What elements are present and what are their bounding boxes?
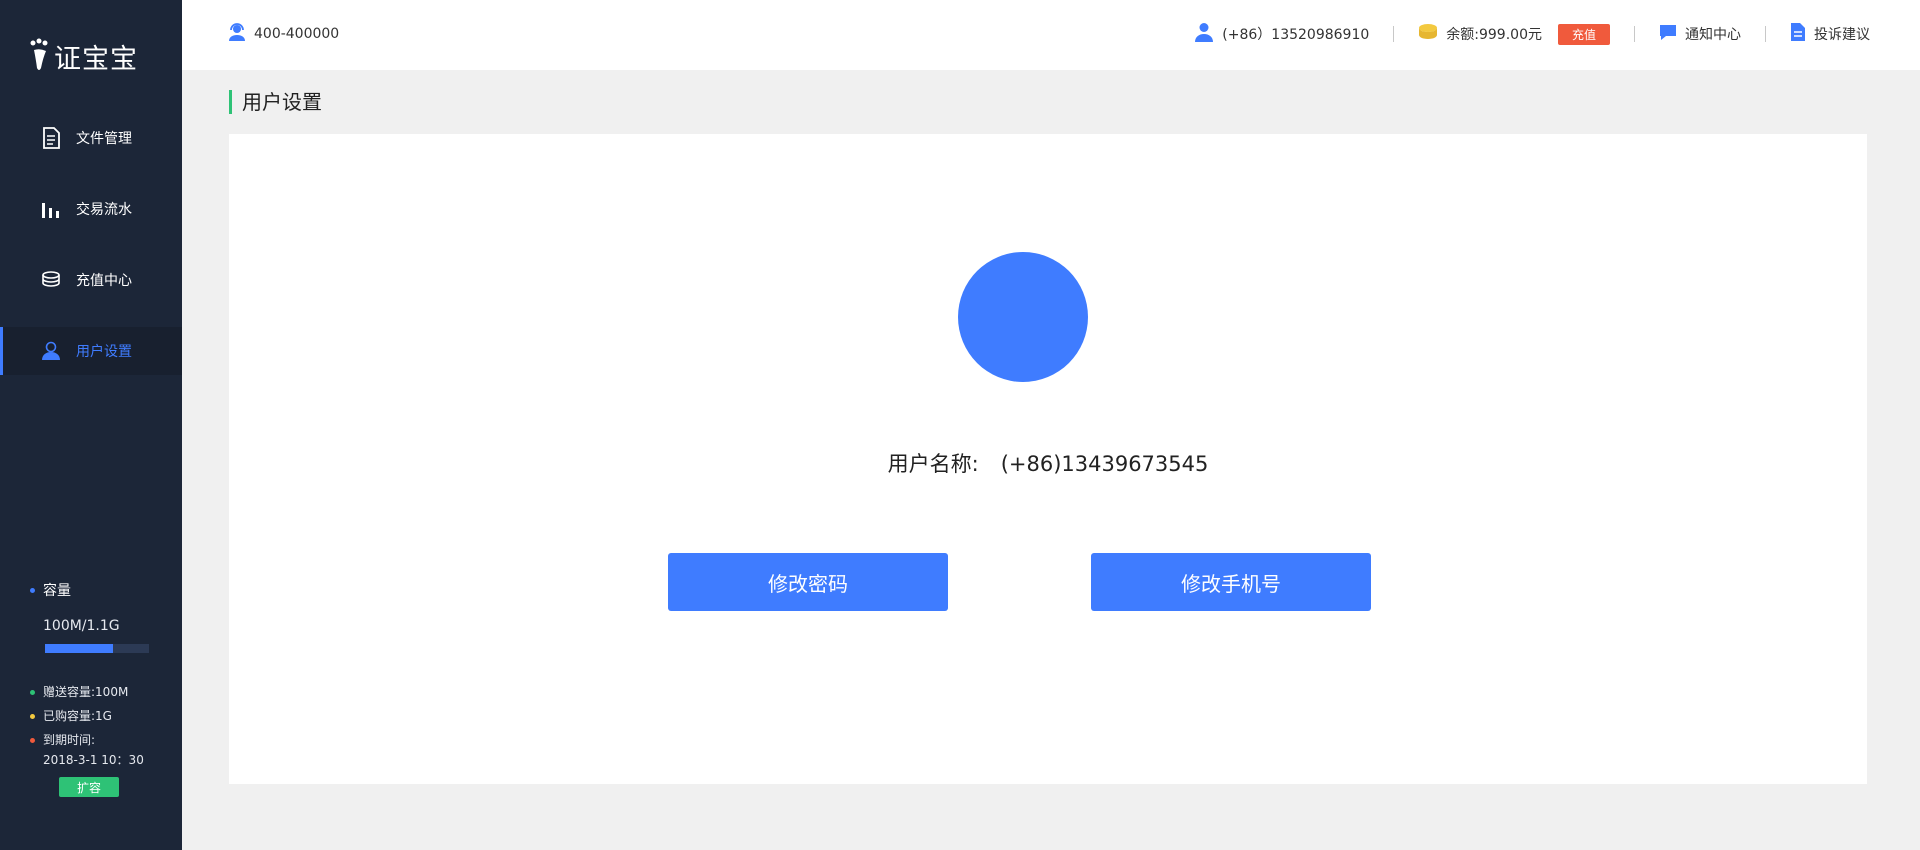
user-settings-card: 用户名称: (+86)13439673545 修改密码 修改手机号	[229, 134, 1867, 784]
divider	[1393, 26, 1395, 42]
divider	[1634, 26, 1635, 42]
expire-label: 到期时间:	[43, 733, 96, 747]
hotline-number: 400-400000	[254, 26, 340, 42]
sidebar-item-label: 交易流水	[76, 202, 132, 218]
coin-icon	[1418, 23, 1438, 45]
avatar[interactable]	[958, 252, 1088, 382]
sidebar-item-transactions[interactable]: 交易流水	[0, 185, 182, 233]
change-phone-button[interactable]: 修改手机号	[1091, 553, 1371, 611]
sidebar-item-file-management[interactable]: 文件管理	[0, 114, 182, 162]
capacity-title: 容量	[43, 583, 71, 599]
capacity-progress-bar	[45, 644, 149, 653]
username-label: 用户名称:	[887, 452, 979, 476]
account-info[interactable]: (+86）13520986910	[1194, 22, 1369, 46]
expire-value: 2018-3-1 10：30	[43, 753, 144, 767]
balance-text: 余额:999.00元	[1446, 27, 1542, 43]
top-header: 400-400000 (+86）13520986910 余额:999.00元 充…	[182, 0, 1920, 70]
recharge-button[interactable]: 充值	[1557, 23, 1610, 45]
file-icon	[40, 127, 62, 149]
gift-capacity: 赠送容量:100M	[43, 685, 129, 699]
app-logo[interactable]: 证宝宝	[28, 36, 138, 76]
bar-chart-icon	[40, 198, 62, 220]
logo-text: 证宝宝	[54, 43, 138, 75]
feedback-label: 投诉建议	[1814, 27, 1870, 43]
user-icon	[40, 340, 62, 362]
header-actions: (+86）13520986910 余额:999.00元 充值 通知中心 投诉建议	[1194, 22, 1870, 46]
expand-capacity-button[interactable]: 扩容	[59, 777, 119, 797]
notification-center[interactable]: 通知中心	[1659, 23, 1741, 45]
capacity-value: 100M/1.1G	[43, 618, 120, 634]
logo-footprint-icon	[30, 38, 48, 70]
sidebar-nav: 文件管理 交易流水 充值中心 用户设置	[0, 114, 182, 398]
divider	[1765, 26, 1766, 42]
hotline: 400-400000	[228, 22, 339, 46]
capacity-dot-icon	[30, 587, 35, 593]
purchased-capacity: 已购容量:1G	[43, 709, 112, 723]
change-password-button[interactable]: 修改密码	[668, 553, 948, 611]
document-icon	[1790, 22, 1806, 46]
sidebar-item-recharge[interactable]: 充值中心	[0, 256, 182, 304]
sidebar: 证宝宝 文件管理 交易流水 充值中心 用户设置 容量 100M/1.1G 赠送容…	[0, 0, 182, 850]
sidebar-item-user-settings[interactable]: 用户设置	[0, 327, 182, 375]
balance-info: 余额:999.00元 充值	[1418, 23, 1610, 45]
capacity-progress-fill	[45, 644, 113, 653]
feedback-link[interactable]: 投诉建议	[1790, 22, 1870, 46]
coins-stack-icon	[40, 269, 62, 291]
sidebar-item-label: 文件管理	[76, 131, 132, 147]
account-phone: (+86）13520986910	[1222, 27, 1370, 43]
gift-dot-icon	[30, 689, 35, 695]
username-row: 用户名称: (+86)13439673545	[229, 448, 1867, 478]
notification-label: 通知中心	[1685, 27, 1741, 43]
username-value: (+86)13439673545	[1000, 452, 1209, 476]
customer-service-icon	[228, 22, 246, 46]
capacity-details: 赠送容量:100M 已购容量:1G 到期时间: 2018-3-1 10：30	[30, 680, 144, 768]
capacity-panel: 容量 100M/1.1G	[30, 580, 160, 653]
account-user-icon	[1194, 22, 1214, 46]
sidebar-item-label: 用户设置	[76, 344, 132, 360]
expire-dot-icon	[30, 737, 35, 743]
purchased-dot-icon	[30, 713, 35, 719]
message-icon	[1659, 23, 1677, 45]
sidebar-item-label: 充值中心	[76, 273, 132, 289]
page-title: 用户设置	[229, 90, 322, 114]
